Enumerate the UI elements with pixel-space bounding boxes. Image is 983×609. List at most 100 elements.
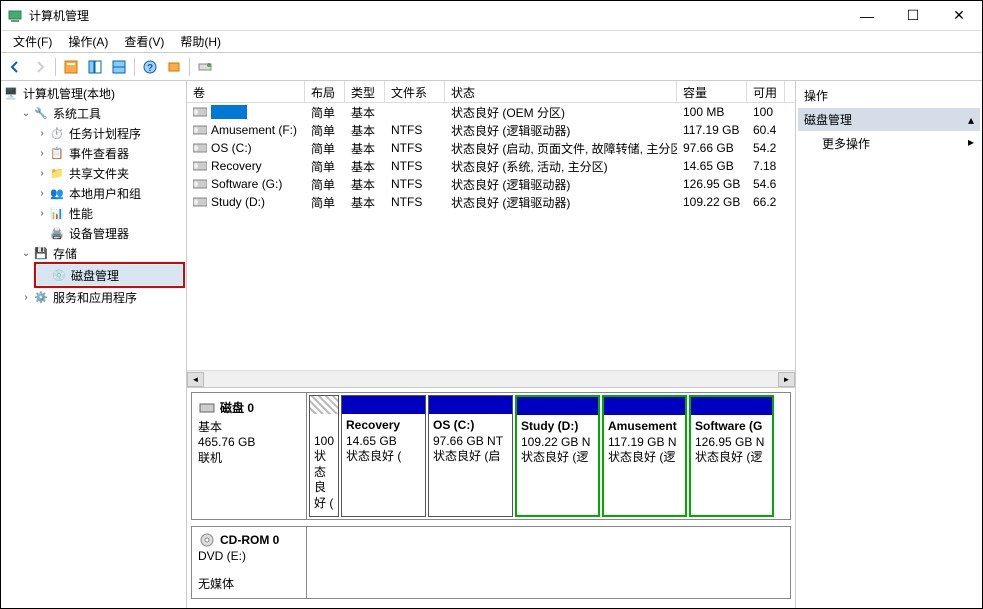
action-more[interactable]: 更多操作 ▸ — [798, 131, 980, 156]
header-capacity[interactable]: 容量 — [677, 81, 747, 102]
actions-panel: 操作 磁盘管理 ▴ 更多操作 ▸ — [796, 81, 982, 608]
perf-icon: 📊 — [49, 205, 65, 221]
header-type[interactable]: 类型 — [345, 81, 385, 102]
folder-icon: 📁 — [49, 165, 65, 181]
disk-panel[interactable]: 磁盘 0 基本 465.76 GB 联机 100状态良好 ( Recovery1… — [187, 388, 795, 608]
event-icon: 📋 — [49, 145, 65, 161]
tree-root[interactable]: 🖥️ 计算机管理(本地) — [3, 83, 184, 103]
partition[interactable]: Amusement117.19 GB N状态良好 (逻 — [602, 395, 687, 517]
table-row[interactable]: Amusement (F:) 简单 基本 NTFS 状态良好 (逻辑驱动器) 1… — [187, 121, 795, 139]
chevron-right-icon: ▸ — [968, 135, 974, 152]
disk-icon — [198, 401, 216, 415]
clock-icon: ⏱️ — [49, 125, 65, 141]
tree-panel[interactable]: 🖥️ 计算机管理(本地) ⌄ 🔧 系统工具 ›⏱️任务计划程序 ›📋事件查看器 … — [1, 81, 187, 608]
menu-action[interactable]: 操作(A) — [60, 31, 116, 52]
disk-partitions — [307, 527, 790, 598]
view-detail-button[interactable] — [84, 56, 106, 78]
svg-text:?: ? — [147, 63, 153, 74]
partition[interactable]: OS (C:)97.66 GB NT状态良好 (启 — [428, 395, 513, 517]
table-row[interactable]: Study (D:) 简单 基本 NTFS 状态良好 (逻辑驱动器) 109.2… — [187, 193, 795, 211]
view-icons-button[interactable] — [108, 56, 130, 78]
tree-event-viewer[interactable]: ›📋事件查看器 — [35, 143, 184, 163]
tree-shared-folders[interactable]: ›📁共享文件夹 — [35, 163, 184, 183]
collapse-icon[interactable]: ⌄ — [19, 108, 33, 119]
tree-device-manager[interactable]: 🖨️设备管理器 — [35, 223, 184, 243]
header-fs[interactable]: 文件系统 — [385, 81, 445, 102]
expand-icon[interactable]: › — [35, 128, 49, 139]
services-icon: ⚙️ — [33, 289, 49, 305]
header-free[interactable]: 可用 — [747, 81, 785, 102]
menubar: 文件(F) 操作(A) 查看(V) 帮助(H) — [1, 31, 982, 53]
tools-icon: 🔧 — [33, 105, 49, 121]
partition[interactable]: 100状态良好 ( — [309, 395, 339, 517]
tree-task-scheduler[interactable]: ›⏱️任务计划程序 — [35, 123, 184, 143]
volume-table[interactable]: 卷 布局 类型 文件系统 状态 容量 可用 简单 基本 状态良好 (OEM 分区… — [187, 81, 795, 388]
cdrom-icon — [198, 533, 216, 547]
disk-info: 磁盘 0 基本 465.76 GB 联机 — [192, 393, 307, 519]
header-status[interactable]: 状态 — [445, 81, 677, 102]
users-icon: 👥 — [49, 185, 65, 201]
table-row[interactable]: Recovery 简单 基本 NTFS 状态良好 (系统, 活动, 主分区) 1… — [187, 157, 795, 175]
disk-icon: 💿 — [51, 267, 67, 283]
partition-header — [517, 397, 598, 415]
tree-disk-management[interactable]: 💿 磁盘管理 — [37, 265, 182, 285]
close-button[interactable]: ✕ — [936, 1, 982, 31]
partition-info: Recovery14.65 GB状态良好 ( — [342, 414, 425, 469]
table-row[interactable]: Software (G:) 简单 基本 NTFS 状态良好 (逻辑驱动器) 12… — [187, 175, 795, 193]
menu-view[interactable]: 查看(V) — [116, 31, 172, 52]
partition-header — [604, 397, 685, 415]
header-layout[interactable]: 布局 — [305, 81, 345, 102]
disk-info: CD-ROM 0 DVD (E:) 无媒体 — [192, 527, 307, 598]
device-icon: 🖨️ — [49, 225, 65, 241]
header-volume[interactable]: 卷 — [187, 81, 305, 102]
table-row[interactable]: OS (C:) 简单 基本 NTFS 状态良好 (启动, 页面文件, 故障转储,… — [187, 139, 795, 157]
volume-icon — [193, 142, 207, 154]
menu-file[interactable]: 文件(F) — [5, 31, 60, 52]
center-panel: 卷 布局 类型 文件系统 状态 容量 可用 简单 基本 状态良好 (OEM 分区… — [187, 81, 796, 608]
actions-header: 操作 — [798, 83, 980, 108]
expand-icon[interactable]: › — [19, 292, 33, 303]
view-tree-button[interactable] — [60, 56, 82, 78]
toolbar: ? — [1, 53, 982, 81]
back-button[interactable] — [5, 56, 27, 78]
expand-icon[interactable]: › — [35, 168, 49, 179]
partition-header — [310, 396, 338, 414]
table-row[interactable]: 简单 基本 状态良好 (OEM 分区) 100 MB 100 — [187, 103, 795, 121]
partition-info: OS (C:)97.66 GB NT状态良好 (启 — [429, 414, 512, 469]
actions-group[interactable]: 磁盘管理 ▴ — [798, 108, 980, 131]
tree-system-tools[interactable]: ⌄ 🔧 系统工具 — [19, 103, 184, 123]
disk-partitions: 100状态良好 ( Recovery14.65 GB状态良好 ( OS (C:)… — [307, 393, 790, 519]
scroll-right-button[interactable]: ► — [778, 372, 795, 387]
partition[interactable]: Software (G126.95 GB N状态良好 (逻 — [689, 395, 774, 517]
scroll-left-button[interactable]: ◄ — [187, 372, 204, 387]
titlebar: 计算机管理 — ☐ ✕ — [1, 1, 982, 31]
volume-icon — [193, 160, 207, 172]
collapse-icon[interactable]: ⌄ — [19, 248, 33, 259]
maximize-button[interactable]: ☐ — [890, 1, 936, 31]
horizontal-scrollbar[interactable]: ◄ ► — [187, 370, 795, 387]
tree-performance[interactable]: ›📊性能 — [35, 203, 184, 223]
menu-help[interactable]: 帮助(H) — [172, 31, 229, 52]
refresh-button[interactable] — [163, 56, 185, 78]
volume-icon — [193, 106, 207, 118]
partition-header — [429, 396, 512, 414]
properties-button[interactable] — [194, 56, 216, 78]
storage-icon: 💾 — [33, 245, 49, 261]
help-button[interactable]: ? — [139, 56, 161, 78]
expand-icon[interactable]: › — [35, 188, 49, 199]
computer-icon: 🖥️ — [3, 85, 19, 101]
tree-services-apps[interactable]: › ⚙️ 服务和应用程序 — [19, 287, 184, 307]
volume-icon — [193, 124, 207, 136]
disk-row[interactable]: CD-ROM 0 DVD (E:) 无媒体 — [191, 526, 791, 599]
tree-local-users[interactable]: ›👥本地用户和组 — [35, 183, 184, 203]
partition[interactable]: Recovery14.65 GB状态良好 ( — [341, 395, 426, 517]
forward-button[interactable] — [29, 56, 51, 78]
tree-storage[interactable]: ⌄ 💾 存储 — [19, 243, 184, 263]
disk-row[interactable]: 磁盘 0 基本 465.76 GB 联机 100状态良好 ( Recovery1… — [191, 392, 791, 520]
partition[interactable]: Study (D:)109.22 GB N状态良好 (逻 — [515, 395, 600, 517]
minimize-button[interactable]: — — [844, 1, 890, 31]
volume-icon — [193, 178, 207, 190]
expand-icon[interactable]: › — [35, 148, 49, 159]
partition-info: Amusement117.19 GB N状态良好 (逻 — [604, 415, 685, 470]
expand-icon[interactable]: › — [35, 208, 49, 219]
